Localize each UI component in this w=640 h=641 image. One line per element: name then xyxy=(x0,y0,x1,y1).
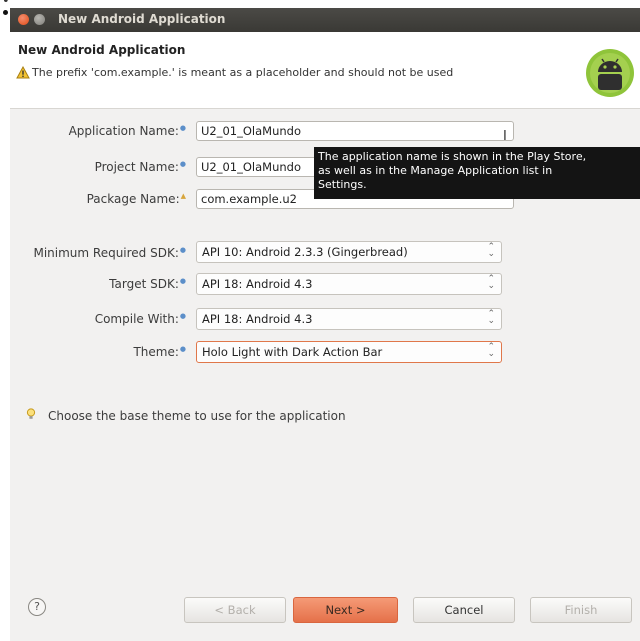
compile-with-select[interactable]: API 18: Android 4.3 ⌃ ⌄ xyxy=(196,308,502,330)
min-sdk-select[interactable]: API 10: Android 2.3.3 (Gingerbread) ⌃ ⌄ xyxy=(196,241,502,263)
spinner-icon: ⌃ ⌄ xyxy=(487,242,495,259)
tooltip-line: Settings. xyxy=(318,178,367,191)
required-dot-icon: ● xyxy=(179,160,186,168)
close-icon[interactable] xyxy=(18,14,29,25)
tooltip: The application name is shown in the Pla… xyxy=(314,147,640,199)
required-dot-icon: ● xyxy=(179,345,186,353)
android-logo-icon xyxy=(586,49,634,97)
theme-select[interactable]: Holo Light with Dark Action Bar ⌃ ⌄ xyxy=(196,341,502,363)
hint-text: Choose the base theme to use for the app… xyxy=(48,409,346,423)
theme-value: Holo Light with Dark Action Bar xyxy=(202,345,383,359)
app-name-field[interactable]: U2_01_OlaMundo xyxy=(196,121,514,141)
warning-icon xyxy=(16,66,30,79)
theme-label: Theme:● xyxy=(133,345,186,359)
min-sdk-value: API 10: Android 2.3.3 (Gingerbread) xyxy=(202,245,408,259)
app-name-label: Application Name:● xyxy=(68,124,186,138)
project-name-label: Project Name:● xyxy=(94,160,186,174)
dialog-window: New Android Application New Android Appl… xyxy=(10,8,640,641)
target-sdk-value: API 18: Android 4.3 xyxy=(202,277,313,291)
back-button[interactable]: < Back xyxy=(184,597,286,623)
wizard-header: New Android Application The prefix 'com.… xyxy=(10,32,640,109)
required-dot-icon: ● xyxy=(179,312,186,320)
lightbulb-icon xyxy=(26,408,36,419)
tooltip-line: The application name is shown in the Pla… xyxy=(318,150,587,163)
next-button[interactable]: Next > xyxy=(293,597,398,623)
bullet-icon xyxy=(3,10,8,15)
spinner-icon: ⌃ ⌄ xyxy=(487,274,495,291)
required-dot-icon: ● xyxy=(179,124,186,132)
finish-button[interactable]: Finish xyxy=(530,597,632,623)
cancel-button[interactable]: Cancel xyxy=(413,597,515,623)
title-bar: New Android Application xyxy=(10,8,640,32)
min-sdk-label: Minimum Required SDK:● xyxy=(33,246,186,260)
tooltip-line: as well as in the Manage Application lis… xyxy=(318,164,553,177)
target-sdk-label: Target SDK:● xyxy=(109,277,186,291)
page-title: New Android Application xyxy=(18,43,186,57)
compile-with-label: Compile With:● xyxy=(94,312,186,326)
spinner-icon: ⌃ ⌄ xyxy=(487,342,495,359)
target-sdk-select[interactable]: API 18: Android 4.3 ⌃ ⌄ xyxy=(196,273,502,295)
warning-message: The prefix 'com.example.' is meant as a … xyxy=(32,66,454,79)
package-name-label: Package Name:▲ xyxy=(86,192,186,206)
help-icon[interactable]: ? xyxy=(28,598,46,616)
compile-with-value: API 18: Android 4.3 xyxy=(202,312,313,326)
spinner-icon: ⌃ ⌄ xyxy=(487,309,495,326)
required-dot-icon: ● xyxy=(179,277,186,285)
minimize-icon[interactable] xyxy=(34,14,45,25)
caption-text: • xyxy=(2,0,10,9)
required-dot-icon: ● xyxy=(179,246,186,254)
warning-dot-icon: ▲ xyxy=(180,192,186,200)
text-cursor-icon: I xyxy=(503,129,507,144)
window-title: New Android Application xyxy=(58,12,226,26)
